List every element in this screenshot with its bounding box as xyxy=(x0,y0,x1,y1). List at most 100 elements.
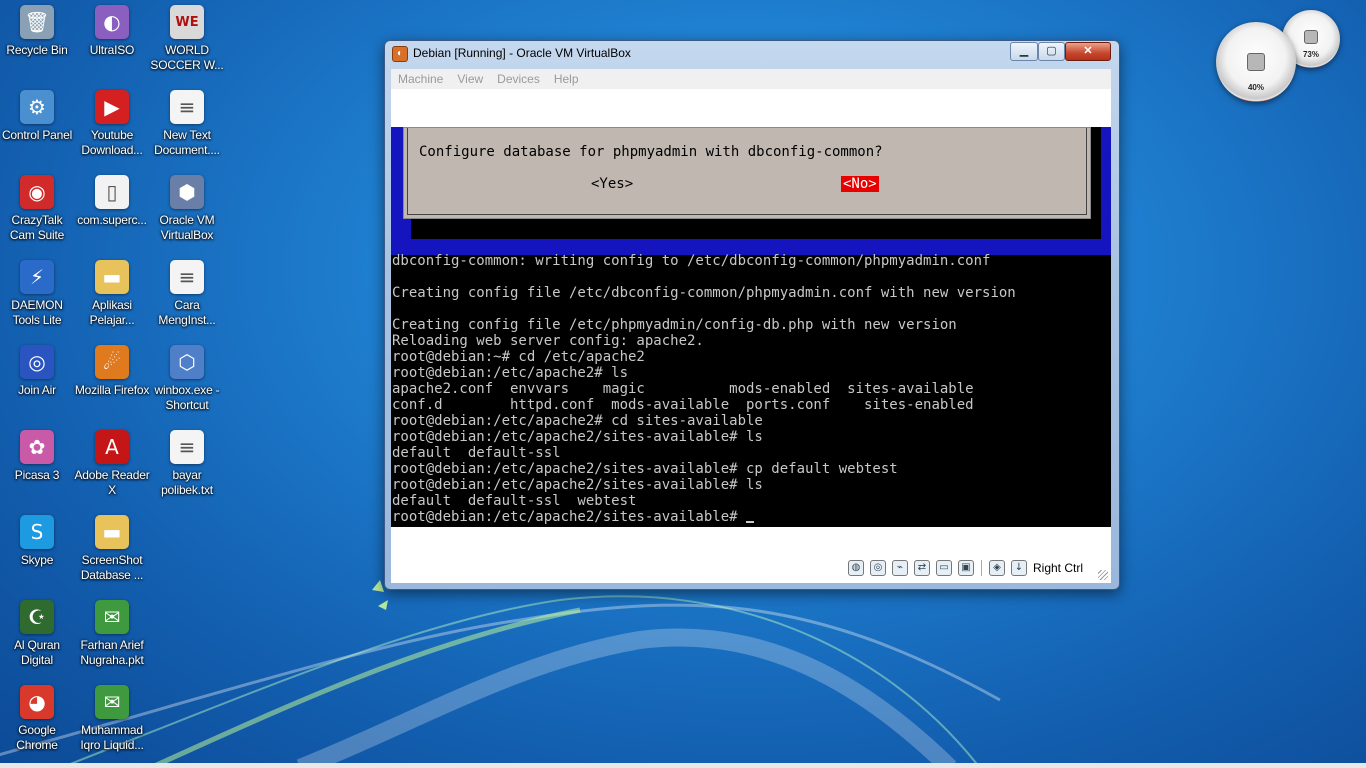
desktop-icon[interactable]: ⚙ Control Panel xyxy=(0,90,76,143)
desktop-icon-label: com.superc... xyxy=(77,213,147,227)
no-button[interactable]: <No> xyxy=(841,176,879,192)
desktop-icon-label: Aplikasi Pelajar... xyxy=(89,298,135,327)
desktop-icon-label: New Text Document.... xyxy=(154,128,220,157)
maximize-button[interactable]: ▢ xyxy=(1038,42,1065,61)
network-icon[interactable]: ⇄ xyxy=(913,560,930,576)
desktop-icon-label: ScreenShot Database ... xyxy=(80,553,144,582)
menu-view[interactable]: View xyxy=(450,69,490,89)
desktop-icon[interactable]: ✉ Muhammad Iqro Liquid... xyxy=(73,685,151,753)
desktop-icon[interactable]: ◎ Join Air xyxy=(0,345,76,398)
desktop-icon[interactable]: 🗑 Recycle Bin xyxy=(0,5,76,58)
title-bar[interactable]: ◐ Debian [Running] - Oracle VM VirtualBo… xyxy=(385,41,1119,65)
desktop-icon[interactable]: ⬢ Oracle VM VirtualBox xyxy=(148,175,226,243)
minimize-button[interactable]: ▁ xyxy=(1010,42,1038,61)
terminal-line-text: root@debian:/etc/apache2# cd sites-avail… xyxy=(392,413,763,429)
desktop-icon-label: Picasa 3 xyxy=(14,468,60,482)
terminal-line-text: root@debian:/etc/apache2/sites-available… xyxy=(392,477,763,493)
desktop-icon[interactable]: ◐ UltraISO xyxy=(73,5,151,58)
desktop-icon[interactable]: ▬ ScreenShot Database ... xyxy=(73,515,151,583)
desktop-icon-label: DAEMON Tools Lite xyxy=(11,298,63,327)
terminal-line: default default-ssl xyxy=(391,445,1111,461)
terminal-line: root@debian:/etc/apache2/sites-available… xyxy=(391,461,1111,477)
debconf-background: Configure database for phpmyadmin with d… xyxy=(391,127,1111,255)
terminal-line: root@debian:~# cd /etc/apache2 xyxy=(391,349,1111,365)
mouse-integration-icon[interactable]: ◈ xyxy=(988,560,1005,576)
taskbar-edge xyxy=(0,763,1366,768)
desktop-icon[interactable]: S Skype xyxy=(0,515,76,568)
close-button[interactable]: ✕ xyxy=(1065,42,1111,61)
status-separator xyxy=(980,560,982,576)
desktop-icon[interactable]: ◕ Google Chrome xyxy=(0,685,76,753)
terminal-line: default default-ssl webtest xyxy=(391,493,1111,509)
desktop-icon-label: Al Quran Digital xyxy=(14,638,60,667)
desktop-icon[interactable]: A Adobe Reader X xyxy=(73,430,151,498)
desktop-icon-label: Control Panel xyxy=(1,128,73,142)
terminal-line-text: root@debian:~# cd /etc/apache2 xyxy=(392,349,645,365)
desktop-icon[interactable]: ☄ Mozilla Firefox xyxy=(73,345,151,398)
chrome-icon: ◕ xyxy=(20,685,54,719)
desktop-icon[interactable]: ⬡ winbox.exe - Shortcut xyxy=(148,345,226,413)
dialog-question: Configure database for phpmyadmin with d… xyxy=(419,144,883,160)
firefox-icon: ☄ xyxy=(95,345,129,379)
menu-help[interactable]: Help xyxy=(547,69,586,89)
shared-folders-icon[interactable]: ▭ xyxy=(935,560,952,576)
packet-tracer-icon: ✉ xyxy=(95,685,129,719)
desktop-icon[interactable]: ≡ bayar polibek.txt xyxy=(148,430,226,498)
vm-screen[interactable]: Configure database for phpmyadmin with d… xyxy=(391,127,1111,527)
terminal-line: Creating config file /etc/dbconfig-commo… xyxy=(391,285,1111,301)
menu-devices[interactable]: Devices xyxy=(490,69,547,89)
winbox-icon: ⬡ xyxy=(170,345,204,379)
winning-eleven-icon: WE xyxy=(170,5,204,39)
usb-icon[interactable]: ⌁ xyxy=(891,560,908,576)
desktop-icon-label: Youtube Download... xyxy=(81,128,143,157)
desktop-icon-label: UltraISO xyxy=(89,43,135,57)
youtube-downloader-icon: ▶ xyxy=(95,90,129,124)
desktop-icon-label: Cara MengInst... xyxy=(158,298,216,327)
desktop-icon[interactable]: WE WORLD SOCCER W... xyxy=(148,5,226,73)
folder-icon: ▬ xyxy=(95,515,129,549)
desktop-icon[interactable]: ≡ New Text Document.... xyxy=(148,90,226,158)
memory-chip-icon xyxy=(1304,30,1318,44)
daemon-tools-icon: ⚡ xyxy=(20,260,54,294)
terminal-line-text: conf.d httpd.conf mods-available ports.c… xyxy=(392,397,974,413)
host-key-arrow-icon: ↓ xyxy=(1010,560,1027,576)
desktop-icon[interactable]: ✿ Picasa 3 xyxy=(0,430,76,483)
video-capture-icon[interactable]: ▣ xyxy=(957,560,974,576)
terminal-line: dbconfig-common: writing config to /etc/… xyxy=(391,253,1111,269)
desktop-icon[interactable]: ▬ Aplikasi Pelajar... xyxy=(73,260,151,328)
virtualbox-window[interactable]: ◐ Debian [Running] - Oracle VM VirtualBo… xyxy=(384,40,1120,590)
desktop-icon[interactable]: ⚡ DAEMON Tools Lite xyxy=(0,260,76,328)
desktop-icon[interactable]: ✉ Farhan Arief Nugraha.pkt xyxy=(73,600,151,668)
terminal-line-text: default default-ssl xyxy=(392,445,561,461)
desktop-icon-label: Muhammad Iqro Liquid... xyxy=(80,723,144,752)
yes-button[interactable]: <Yes> xyxy=(591,176,633,192)
text-document-icon: ≡ xyxy=(170,260,204,294)
terminal-line: apache2.conf envvars magic mods-enabled … xyxy=(391,381,1111,397)
desktop-icon-label: Oracle VM VirtualBox xyxy=(159,213,215,242)
resize-grip[interactable] xyxy=(1098,570,1108,580)
desktop-icon[interactable]: ▶ Youtube Download... xyxy=(73,90,151,158)
folder-icon: ▬ xyxy=(95,260,129,294)
hard-disk-icon[interactable]: ◍ xyxy=(847,560,864,576)
skype-icon: S xyxy=(20,515,54,549)
menu-machine[interactable]: Machine xyxy=(391,69,450,89)
desktop-icon-label: Google Chrome xyxy=(16,723,58,752)
terminal-output[interactable]: dbconfig-common: writing config to /etc/… xyxy=(391,253,1111,525)
terminal-line: conf.d httpd.conf mods-available ports.c… xyxy=(391,397,1111,413)
text-document-icon: ≡ xyxy=(170,430,204,464)
optical-drive-icon[interactable]: ◎ xyxy=(869,560,886,576)
terminal-line: root@debian:/etc/apache2/sites-available… xyxy=(391,509,1111,525)
desktop-icon[interactable]: ◉ CrazyTalk Cam Suite xyxy=(0,175,76,243)
terminal-line: root@debian:/etc/apache2/sites-available… xyxy=(391,429,1111,445)
desktop-icon-label: Farhan Arief Nugraha.pkt xyxy=(80,638,144,667)
host-key-label: Right Ctrl xyxy=(1032,561,1083,575)
desktop-icon[interactable]: ≡ Cara MengInst... xyxy=(148,260,226,328)
cpu-gauge: 40% xyxy=(1216,22,1296,102)
desktop-icon[interactable]: ☪ Al Quran Digital xyxy=(0,600,76,668)
terminal-line-text: root@debian:/etc/apache2/sites-available… xyxy=(392,429,763,445)
terminal-line-text: Creating config file /etc/phpmyadmin/con… xyxy=(392,317,957,333)
desktop-icon[interactable]: ▯ com.superc... xyxy=(73,175,151,228)
window-title: Debian [Running] - Oracle VM VirtualBox xyxy=(413,46,631,60)
virtualbox-app-icon: ◐ xyxy=(392,46,408,62)
